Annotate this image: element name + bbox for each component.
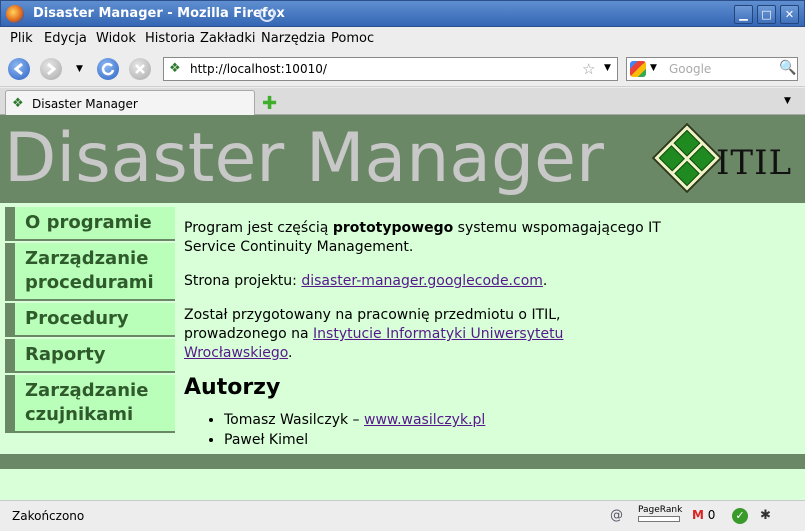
engine-dropdown-icon[interactable]: ▼ xyxy=(650,63,657,73)
new-tab-plus-icon[interactable]: ✚ xyxy=(262,93,277,114)
swirl-icon xyxy=(259,6,275,22)
stop-button[interactable] xyxy=(129,58,151,80)
menu-bar: Plik Edycja Widok Historia Zakładki Narz… xyxy=(0,27,805,51)
url-dropdown-icon[interactable]: ▼ xyxy=(604,63,611,73)
menu-pomoc[interactable]: Pomoc xyxy=(331,31,374,46)
gmail-icon: M xyxy=(692,508,704,522)
page-footer-bar xyxy=(0,454,805,469)
author-item: Paweł Kimel xyxy=(224,431,664,450)
menu-widok[interactable]: Widok xyxy=(96,31,136,46)
forward-button[interactable] xyxy=(40,58,62,80)
sidebar-item-raporty[interactable]: Raporty xyxy=(5,339,175,373)
firefox-icon xyxy=(6,5,24,23)
url-text[interactable]: http://localhost:10010/ xyxy=(190,62,327,76)
pagerank-widget[interactable]: PageRank xyxy=(638,505,682,522)
sidebar-item-zarzadzanie-czujnikami[interactable]: Zarządzanie czujnikami xyxy=(5,375,175,433)
tab-bar: ❖ Disaster Manager ✚ ▼ xyxy=(0,88,805,116)
itil-diamond-icon xyxy=(651,122,723,194)
menu-edycja[interactable]: Edycja xyxy=(44,31,87,46)
sidebar-menu: O programie Zarządzanie procedurami Proc… xyxy=(5,207,175,435)
course-paragraph: Został przygotowany na pracownię przedmi… xyxy=(184,306,664,363)
search-placeholder[interactable]: Google xyxy=(669,62,711,76)
author-item: Tomasz Wasilczyk – www.wasilczyk.pl xyxy=(224,411,664,430)
tab-disaster-manager[interactable]: ❖ Disaster Manager xyxy=(5,90,255,116)
status-text: Zakończono xyxy=(12,509,85,523)
site-favicon-icon: ❖ xyxy=(169,61,181,76)
sidebar-item-procedury[interactable]: Procedury xyxy=(5,303,175,337)
project-end: . xyxy=(542,273,548,289)
authors-list: Tomasz Wasilczyk – www.wasilczyk.pl Pawe… xyxy=(224,411,664,450)
search-box[interactable]: ▼ Google 🔍 xyxy=(626,57,798,81)
tabs-menu-icon[interactable]: ▼ xyxy=(784,96,791,106)
maximize-button[interactable]: □ xyxy=(757,5,776,24)
at-sign-icon[interactable]: @ xyxy=(610,508,623,523)
pagerank-bar xyxy=(638,516,680,522)
authors-heading: Autorzy xyxy=(184,375,281,400)
author1-name: Tomasz Wasilczyk – xyxy=(224,412,364,428)
bookmark-star-icon[interactable]: ☆ xyxy=(582,60,595,78)
stop-icon xyxy=(135,64,145,74)
intro-paragraph: Program jest częścią prototypowego syste… xyxy=(184,219,664,257)
bug-icon[interactable]: ✱ xyxy=(760,508,771,523)
sidebar-item-zarzadzanie-procedurami[interactable]: Zarządzanie procedurami xyxy=(5,243,175,301)
intro-prefix: Program jest częścią xyxy=(184,220,333,236)
pagerank-label: PageRank xyxy=(638,505,683,515)
menu-narzedzia[interactable]: Narzędzia xyxy=(261,31,326,46)
menu-plik[interactable]: Plik xyxy=(10,31,33,46)
project-label: Strona projektu: xyxy=(184,273,302,289)
project-link[interactable]: disaster-manager.googlecode.com xyxy=(301,273,543,289)
page-banner: Disaster Manager ITIL xyxy=(0,115,805,203)
mail-count: 0 xyxy=(707,508,716,522)
status-bar: Zakończono @ PageRank M 0 ✓ ✱ xyxy=(0,500,805,531)
course-end: . xyxy=(288,345,293,361)
sidebar-item-o-programie[interactable]: O programie xyxy=(5,207,175,241)
tab-label: Disaster Manager xyxy=(32,97,138,111)
url-bar[interactable]: ❖ http://localhost:10010/ ☆ ▼ xyxy=(163,57,618,81)
arrow-left-icon xyxy=(13,62,23,76)
arrow-right-icon xyxy=(47,62,57,76)
history-dropdown-icon[interactable]: ▼ xyxy=(76,64,83,74)
check-ok-icon[interactable]: ✓ xyxy=(732,508,748,524)
banner-title: Disaster Manager xyxy=(4,119,604,198)
project-paragraph: Strona projektu: disaster-manager.google… xyxy=(184,272,664,291)
window-titlebar[interactable]: Disaster Manager - Mozilla Firefox ▁ □ ✕ xyxy=(0,0,805,27)
itil-logo-text: ITIL xyxy=(716,143,793,183)
close-button[interactable]: ✕ xyxy=(780,5,799,24)
reload-icon xyxy=(101,62,115,76)
web-content: Disaster Manager ITIL O programie Zarząd… xyxy=(0,115,805,500)
itil-logo: ITIL xyxy=(651,122,800,194)
intro-bold: prototypowego xyxy=(332,220,454,236)
menu-historia[interactable]: Historia xyxy=(145,31,195,46)
window-title: Disaster Manager - Mozilla Firefox xyxy=(33,6,285,21)
tab-favicon-icon: ❖ xyxy=(12,96,24,111)
main-content: Program jest częścią prototypowego syste… xyxy=(184,219,664,451)
reload-button[interactable] xyxy=(97,58,119,80)
minimize-button[interactable]: ▁ xyxy=(734,5,753,24)
search-icon[interactable]: 🔍 xyxy=(779,60,796,76)
back-button[interactable] xyxy=(8,58,30,80)
google-engine-icon[interactable] xyxy=(630,61,646,77)
menu-zakladki[interactable]: Zakładki xyxy=(200,31,255,46)
gmail-notifier[interactable]: M 0 xyxy=(692,508,715,522)
author1-link[interactable]: www.wasilczyk.pl xyxy=(364,412,485,428)
